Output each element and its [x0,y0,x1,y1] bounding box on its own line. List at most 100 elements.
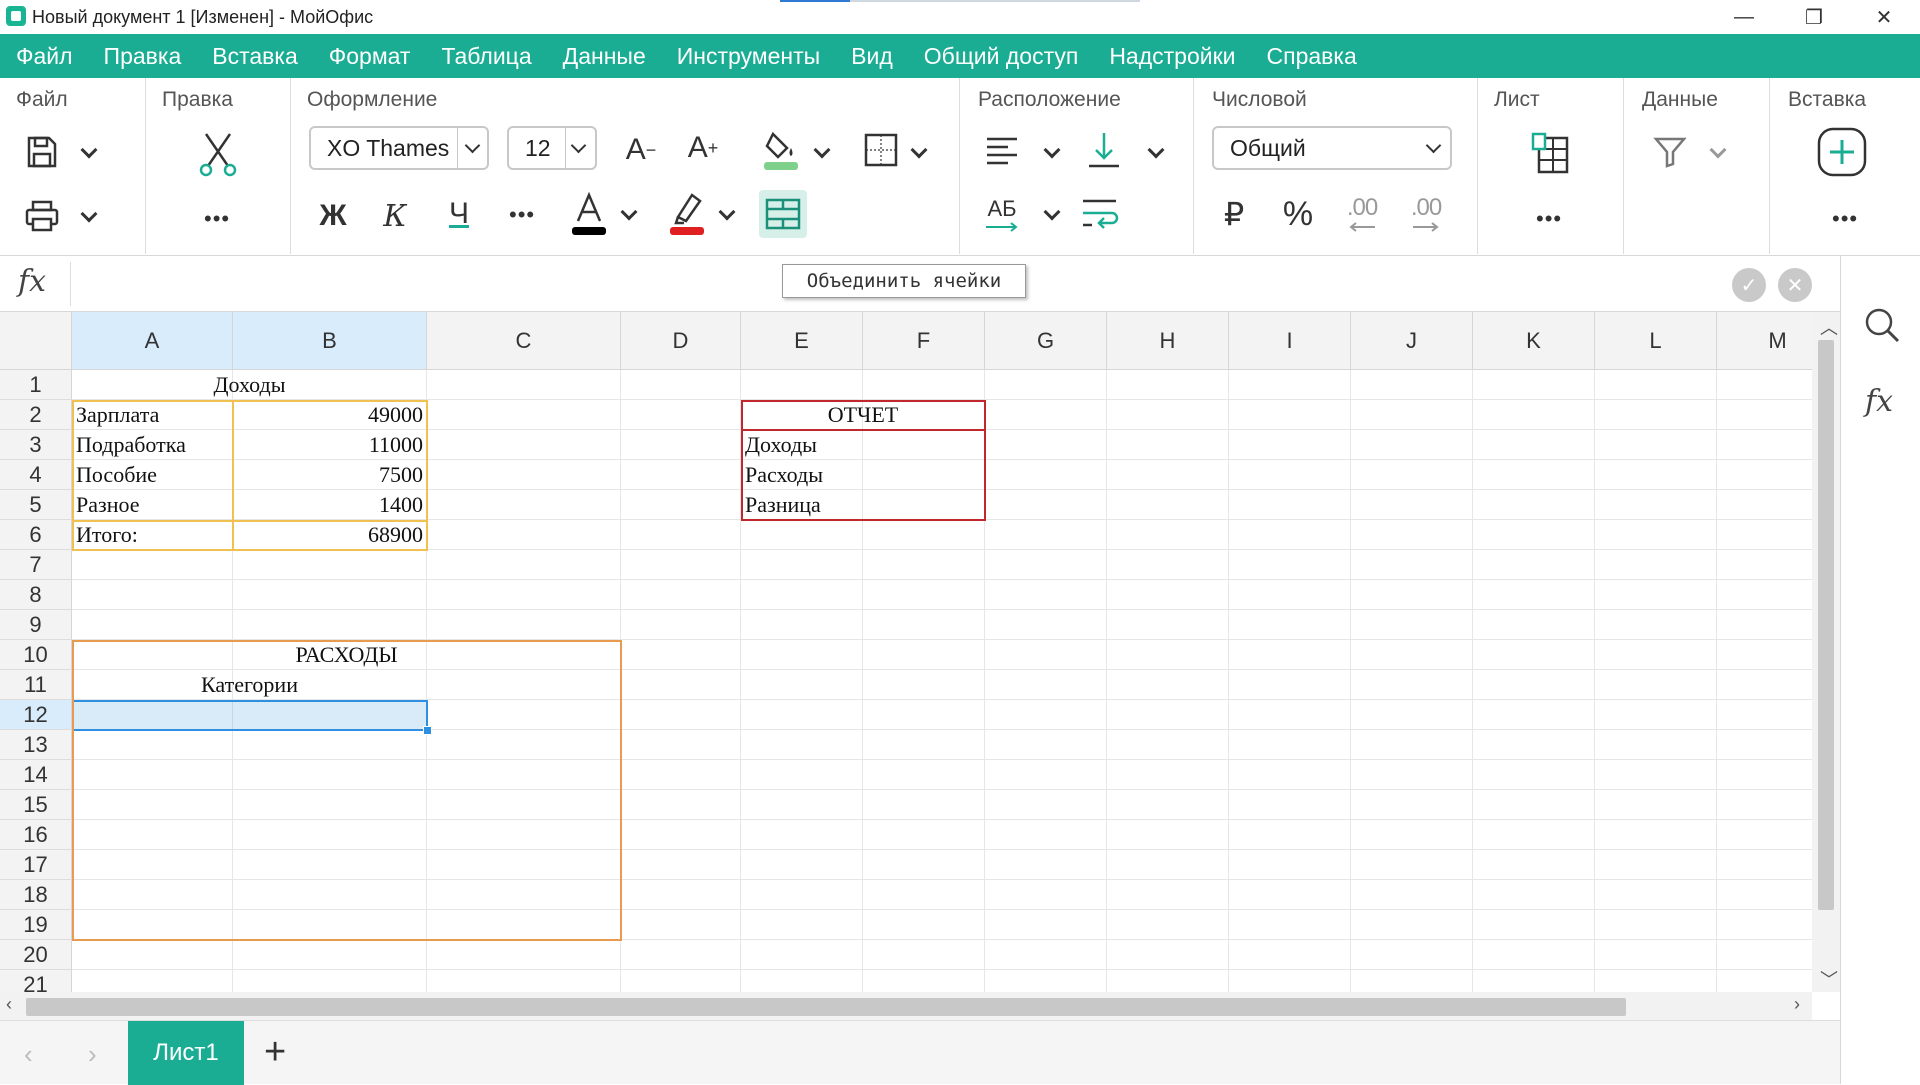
confirm-formula-button[interactable]: ✓ [1732,268,1766,302]
font-size-select[interactable]: 12 [507,126,597,170]
cut-icon[interactable] [194,130,242,178]
borders-chevron-icon[interactable] [910,141,928,159]
column-header-b[interactable]: B [233,312,427,370]
vertical-scroll-thumb[interactable] [1818,340,1834,910]
column-header-h[interactable]: H [1107,312,1229,370]
cell-income-value[interactable]: 49000 [233,400,427,430]
menu-addons[interactable]: Надстройки [1109,43,1235,70]
cell-report-title[interactable]: ОТЧЕТ [741,400,985,430]
cell-income-value[interactable]: 7500 [233,460,427,490]
cell-income-value[interactable]: 11000 [233,430,427,460]
text-direction-icon[interactable]: АБ [980,192,1024,236]
row-header-9[interactable]: 9 [0,610,72,640]
row-header-20[interactable]: 20 [0,940,72,970]
column-header-l[interactable]: L [1595,312,1717,370]
row-header-3[interactable]: 3 [0,430,72,460]
cell-income-label[interactable]: Разное [72,490,233,520]
next-sheet-icon[interactable]: › [88,1039,97,1070]
row-header-17[interactable]: 17 [0,850,72,880]
cell-income-title[interactable]: Доходы [72,370,427,400]
row-header-7[interactable]: 7 [0,550,72,580]
format-more-icon[interactable]: ••• [509,202,535,228]
increase-font-icon[interactable]: A + [683,128,723,168]
fill-color-icon[interactable] [761,128,801,172]
menu-format[interactable]: Формат [329,43,411,70]
scroll-right-icon[interactable]: › [1794,994,1800,1015]
row-header-4[interactable]: 4 [0,460,72,490]
row-header-18[interactable]: 18 [0,880,72,910]
highlight-color-chevron-icon[interactable] [718,203,736,221]
align-left-icon[interactable] [982,130,1022,170]
decrease-font-icon[interactable]: A − [621,130,661,170]
borders-icon[interactable] [861,130,901,170]
menu-help[interactable]: Справка [1267,43,1357,70]
bold-button[interactable]: Ж [313,194,353,238]
column-header-e[interactable]: E [741,312,863,370]
row-header-14[interactable]: 14 [0,760,72,790]
spreadsheet-grid[interactable]: A B C D E F G H I J K L M 1 2 3 4 5 6 7 8 9 10 11 12 13 14 15 16 17 18… [0,312,1812,992]
functions-panel-icon[interactable]: fx [1865,384,1893,419]
merge-cells-button[interactable] [759,190,807,238]
underline-button[interactable]: Ч [439,192,479,236]
row-header-16[interactable]: 16 [0,820,72,850]
wrap-text-icon[interactable] [1078,192,1122,236]
cancel-formula-button[interactable]: ✕ [1778,268,1812,302]
column-header-m[interactable]: M [1717,312,1812,370]
row-header-19[interactable]: 19 [0,910,72,940]
menu-sharing[interactable]: Общий доступ [924,43,1079,70]
percent-format-button[interactable]: % [1278,192,1318,236]
cell-income-value[interactable]: 68900 [233,520,427,550]
highlight-color-icon[interactable] [667,188,707,238]
cell-report-row[interactable]: Расходы [741,460,985,490]
close-window-button[interactable]: ✕ [1854,0,1914,34]
row-header-13[interactable]: 13 [0,730,72,760]
text-direction-chevron-icon[interactable] [1043,203,1061,221]
insert-plus-icon[interactable] [1816,126,1868,178]
filter-chevron-icon[interactable] [1709,141,1727,159]
currency-format-button[interactable]: ₽ [1214,192,1254,236]
select-all-corner[interactable] [0,312,72,370]
edit-more-icon[interactable]: ••• [204,206,230,232]
minimize-button[interactable]: — [1714,0,1774,34]
cell-report-row[interactable]: Доходы [741,430,985,460]
column-header-f[interactable]: F [863,312,985,370]
sheet-tab-list1[interactable]: Лист1 [128,1021,244,1085]
number-format-select[interactable]: Общий [1212,126,1452,170]
scroll-left-icon[interactable]: ‹ [6,994,12,1015]
scroll-down-icon[interactable]: ﹀ [1820,966,1838,992]
row-header-6[interactable]: 6 [0,520,72,550]
cell-expenses-title[interactable]: РАСХОДЫ [72,640,621,670]
column-header-i[interactable]: I [1229,312,1351,370]
add-sheet-icon[interactable]: + [264,1031,286,1074]
cell-income-label[interactable]: Пособие [72,460,233,490]
row-header-8[interactable]: 8 [0,580,72,610]
column-header-g[interactable]: G [985,312,1107,370]
restore-button[interactable]: ❐ [1784,0,1844,34]
decrease-decimal-icon[interactable]: .00 [1340,188,1384,238]
italic-button[interactable]: К [375,194,415,238]
prev-sheet-icon[interactable]: ‹ [24,1039,33,1070]
cell-income-label[interactable]: Подработка [72,430,233,460]
menu-insert[interactable]: Вставка [212,43,298,70]
row-header-10[interactable]: 10 [0,640,72,670]
cell-income-value[interactable]: 1400 [233,490,427,520]
font-color-icon[interactable] [569,188,609,238]
column-header-k[interactable]: K [1473,312,1595,370]
horizontal-scroll-thumb[interactable] [26,998,1626,1016]
column-header-a[interactable]: A [72,312,233,370]
menu-file[interactable]: Файл [16,43,73,70]
column-header-j[interactable]: J [1351,312,1473,370]
font-name-select[interactable]: XO Thames [309,126,489,170]
row-header-11[interactable]: 11 [0,670,72,700]
scroll-up-icon[interactable]: ︿ [1820,314,1838,340]
row-header-5[interactable]: 5 [0,490,72,520]
sheet-table-icon[interactable] [1530,130,1572,178]
font-color-chevron-icon[interactable] [620,203,638,221]
cell-income-label[interactable]: Итого: [72,520,233,550]
fill-handle[interactable] [423,726,432,735]
increase-decimal-icon[interactable]: .00 [1404,188,1448,238]
row-header-1[interactable]: 1 [0,370,72,400]
row-header-15[interactable]: 15 [0,790,72,820]
column-header-d[interactable]: D [621,312,741,370]
search-icon[interactable] [1861,304,1903,346]
